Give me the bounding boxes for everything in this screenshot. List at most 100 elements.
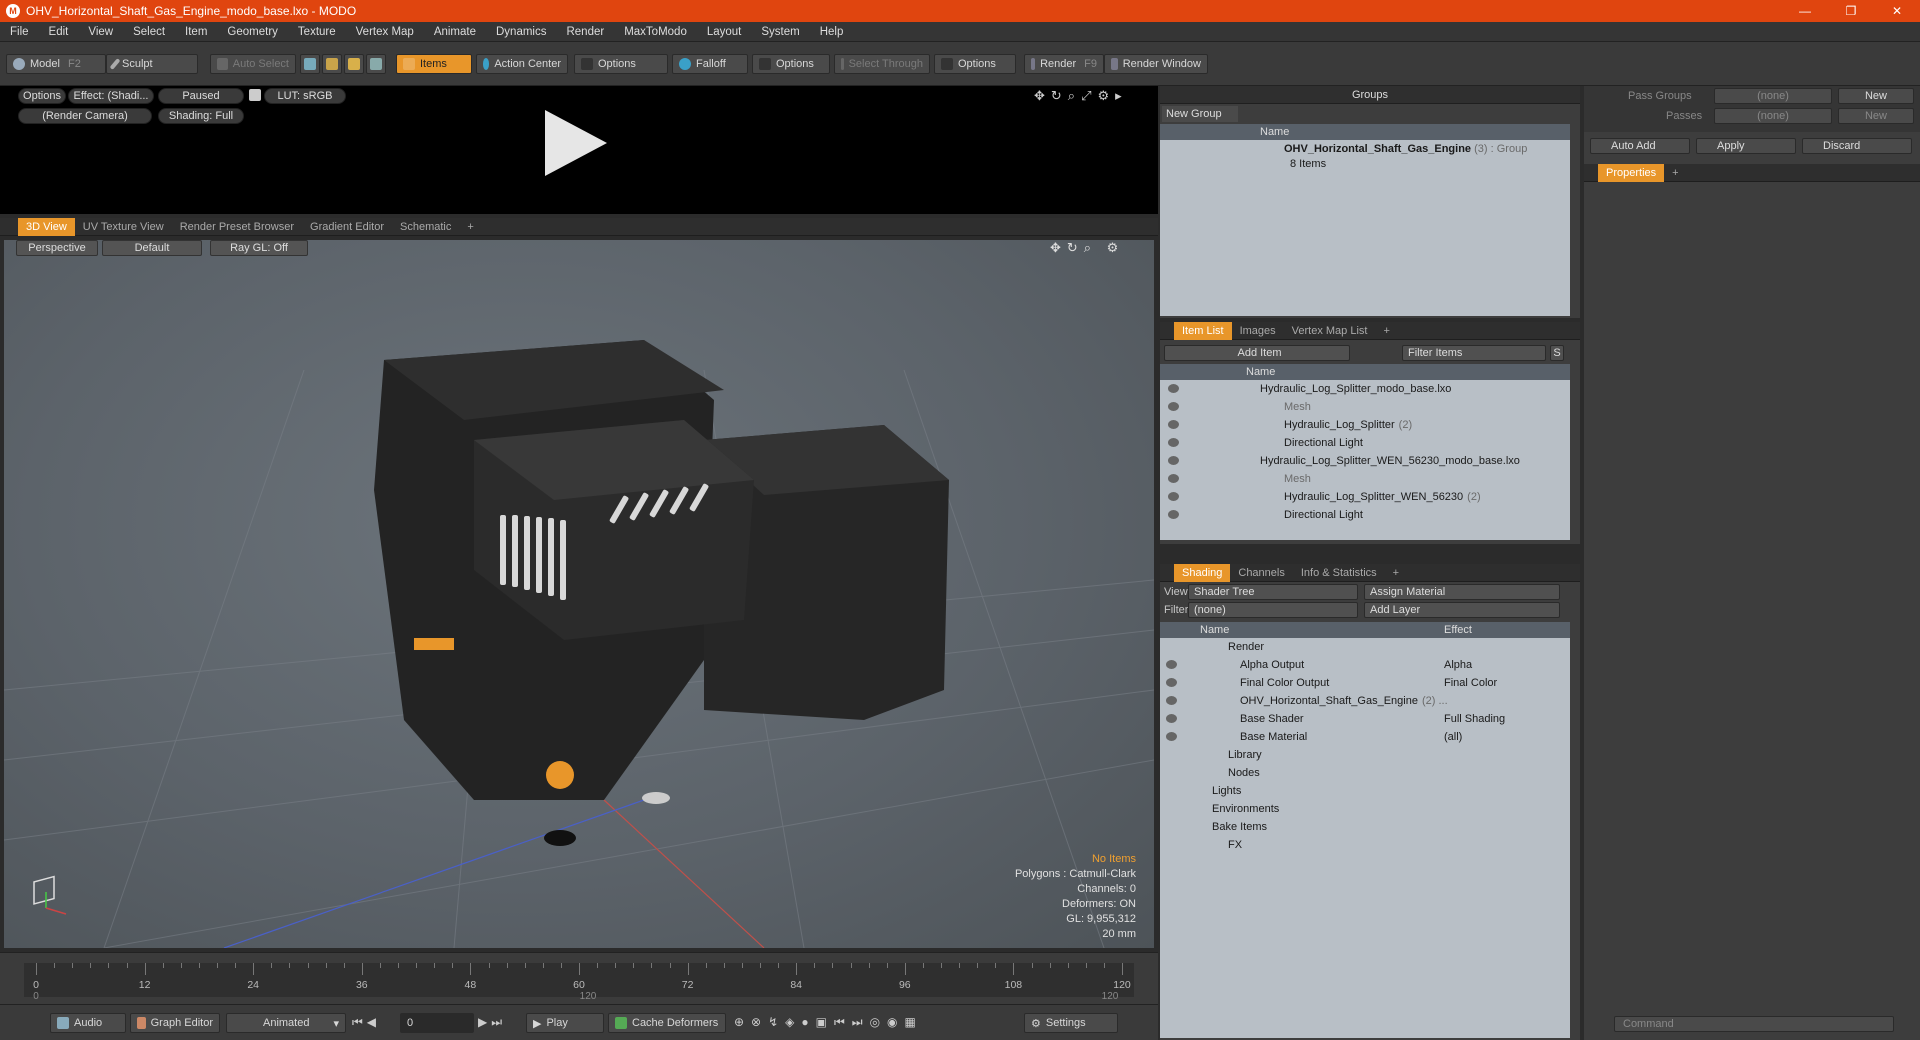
shader-row[interactable]: Library [1160, 746, 1570, 764]
discard-button[interactable]: Discard [1802, 138, 1912, 154]
item-row[interactable]: Hydraulic_Log_Splitter (2) [1160, 416, 1570, 434]
vertices-mode-button[interactable] [300, 54, 320, 74]
viewport-nav-controls[interactable]: ✥↻⌕ ⚙ [1050, 240, 1150, 255]
graph-editor-button[interactable]: Graph Editor [130, 1013, 220, 1033]
edges-mode-button[interactable] [322, 54, 342, 74]
visibility-eye-icon[interactable] [1168, 420, 1179, 429]
tab-add-button[interactable]: + [1664, 164, 1686, 182]
visibility-eye-icon[interactable] [1166, 732, 1177, 741]
shader-filter-dropdown[interactable]: (none) [1188, 602, 1358, 618]
select-through-button[interactable]: Select Through [834, 54, 930, 74]
tab-images[interactable]: Images [1232, 322, 1284, 340]
menu-view[interactable]: View [78, 26, 123, 38]
shader-row[interactable]: Base Shader Full Shading [1160, 710, 1570, 728]
frame-input[interactable]: 0 [400, 1013, 474, 1033]
shading-default-dropdown[interactable]: Default [102, 240, 202, 256]
pass-groups-dropdown[interactable]: (none) [1714, 88, 1832, 104]
shader-row[interactable]: Final Color Output Final Color [1160, 674, 1570, 692]
render-window-button[interactable]: Render Window [1104, 54, 1208, 74]
lock-icon[interactable] [249, 89, 261, 101]
menu-help[interactable]: Help [810, 26, 854, 38]
items-mode-button[interactable]: Items [396, 54, 472, 74]
render-effect-dropdown[interactable]: Effect: (Shadi... [68, 88, 154, 104]
tab-add-button[interactable]: + [1375, 322, 1397, 340]
groups-list[interactable]: OHV_Horizontal_Shaft_Gas_Engine (3) : Gr… [1160, 140, 1570, 316]
menu-system[interactable]: System [751, 26, 809, 38]
perspective-dropdown[interactable]: Perspective [16, 240, 98, 256]
play-button[interactable]: ▶ Play [526, 1013, 604, 1033]
visibility-eye-icon[interactable] [1168, 492, 1179, 501]
tab-uv-texture-view[interactable]: UV Texture View [75, 218, 172, 236]
timeline-ruler[interactable]: 0 12 24 36 48 60 72 84 96 108 120 0 120 120 [24, 963, 1134, 1002]
visibility-eye-icon[interactable] [1166, 696, 1177, 705]
animated-dropdown[interactable]: Animated ▾ [226, 1013, 346, 1033]
tab-render-preset-browser[interactable]: Render Preset Browser [172, 218, 302, 236]
falloff-button[interactable]: Falloff [672, 54, 748, 74]
command-input[interactable]: Command [1614, 1016, 1894, 1032]
model-mode-button[interactable]: Model F2 [6, 54, 106, 74]
menu-geometry[interactable]: Geometry [217, 26, 288, 38]
shader-effect[interactable]: (all) [1444, 728, 1462, 746]
filter-items-input[interactable]: Filter Items [1402, 345, 1546, 361]
visibility-eye-icon[interactable] [1166, 714, 1177, 723]
menu-render[interactable]: Render [556, 26, 614, 38]
lut-dropdown[interactable]: LUT: sRGB [264, 88, 346, 104]
shader-row[interactable]: Base Material (all) [1160, 728, 1570, 746]
engine-model[interactable] [374, 340, 949, 846]
item-row[interactable]: Hydraulic_Log_Splitter_WEN_56230_modo_ba… [1160, 452, 1570, 470]
minimize-button[interactable]: — [1782, 0, 1828, 22]
menu-dynamics[interactable]: Dynamics [486, 26, 556, 38]
new-pass-group-button[interactable]: New [1838, 88, 1914, 104]
tab-channels[interactable]: Channels [1230, 564, 1292, 582]
add-layer-dropdown[interactable]: Add Layer [1364, 602, 1560, 618]
skip-forward-icons[interactable]: ▶⏭ [478, 1015, 506, 1030]
visibility-eye-icon[interactable] [1166, 660, 1177, 669]
tab-add-button[interactable]: + [459, 218, 481, 236]
shader-row[interactable]: Render [1160, 638, 1570, 656]
close-button[interactable]: ✕ [1874, 0, 1920, 22]
render-preview[interactable]: Options Effect: (Shadi... Paused LUT: sR… [0, 86, 1158, 214]
item-row[interactable]: Directional Light [1160, 506, 1570, 524]
visibility-eye-icon[interactable] [1168, 402, 1179, 411]
menu-layout[interactable]: Layout [697, 26, 752, 38]
shader-row[interactable]: Lights [1160, 782, 1570, 800]
skip-back-icons[interactable]: ⏮◀ [352, 1015, 380, 1030]
visibility-eye-icon[interactable] [1168, 384, 1179, 393]
apply-button[interactable]: Apply [1696, 138, 1796, 154]
cache-deformers-button[interactable]: Cache Deformers [608, 1013, 726, 1033]
item-row[interactable]: Hydraulic_Log_Splitter_WEN_56230 (2) [1160, 488, 1570, 506]
action-center-button[interactable]: Action Center [476, 54, 568, 74]
select-through-options-button[interactable]: Options [934, 54, 1016, 74]
tab-3d-view[interactable]: 3D View [18, 217, 75, 236]
play-icon[interactable] [545, 110, 607, 176]
shader-effect[interactable]: Final Color [1444, 674, 1497, 692]
tab-info-statistics[interactable]: Info & Statistics [1293, 564, 1385, 582]
menu-file[interactable]: File [0, 26, 39, 38]
menu-vertex-map[interactable]: Vertex Map [346, 26, 424, 38]
timeline[interactable]: 0 12 24 36 48 60 72 84 96 108 120 0 120 120 [0, 952, 1158, 1004]
tab-schematic[interactable]: Schematic [392, 218, 459, 236]
key-tools-icons[interactable]: ⊕⊗↯◈●▣⏮⏭◎◉▦ [734, 1015, 923, 1030]
item-row[interactable]: Directional Light [1160, 434, 1570, 452]
render-camera-dropdown[interactable]: (Render Camera) [18, 108, 152, 124]
item-row[interactable]: Mesh [1160, 470, 1570, 488]
menu-animate[interactable]: Animate [424, 26, 486, 38]
tab-gradient-editor[interactable]: Gradient Editor [302, 218, 392, 236]
shader-tree[interactable]: Render Alpha Output Alpha Final Color Outpu… [1160, 638, 1570, 1038]
new-pass-button[interactable]: New [1838, 108, 1914, 124]
shader-row[interactable]: Environments [1160, 800, 1570, 818]
maximize-button[interactable]: ❐ [1828, 0, 1874, 22]
materials-mode-button[interactable] [366, 54, 386, 74]
passes-dropdown[interactable]: (none) [1714, 108, 1832, 124]
item-row[interactable]: Mesh [1160, 398, 1570, 416]
shader-effect[interactable]: Full Shading [1444, 710, 1505, 728]
shader-effect[interactable]: Alpha [1444, 656, 1472, 674]
shader-view-dropdown[interactable]: Shader Tree [1188, 584, 1358, 600]
auto-select-button[interactable]: Auto Select [210, 54, 296, 74]
shader-row[interactable]: Bake Items [1160, 818, 1570, 836]
menu-texture[interactable]: Texture [288, 26, 346, 38]
menu-edit[interactable]: Edit [39, 26, 79, 38]
raygl-toggle[interactable]: Ray GL: Off [210, 240, 308, 256]
assign-material-button[interactable]: Assign Material [1364, 584, 1560, 600]
filter-s-button[interactable]: S [1550, 345, 1564, 361]
